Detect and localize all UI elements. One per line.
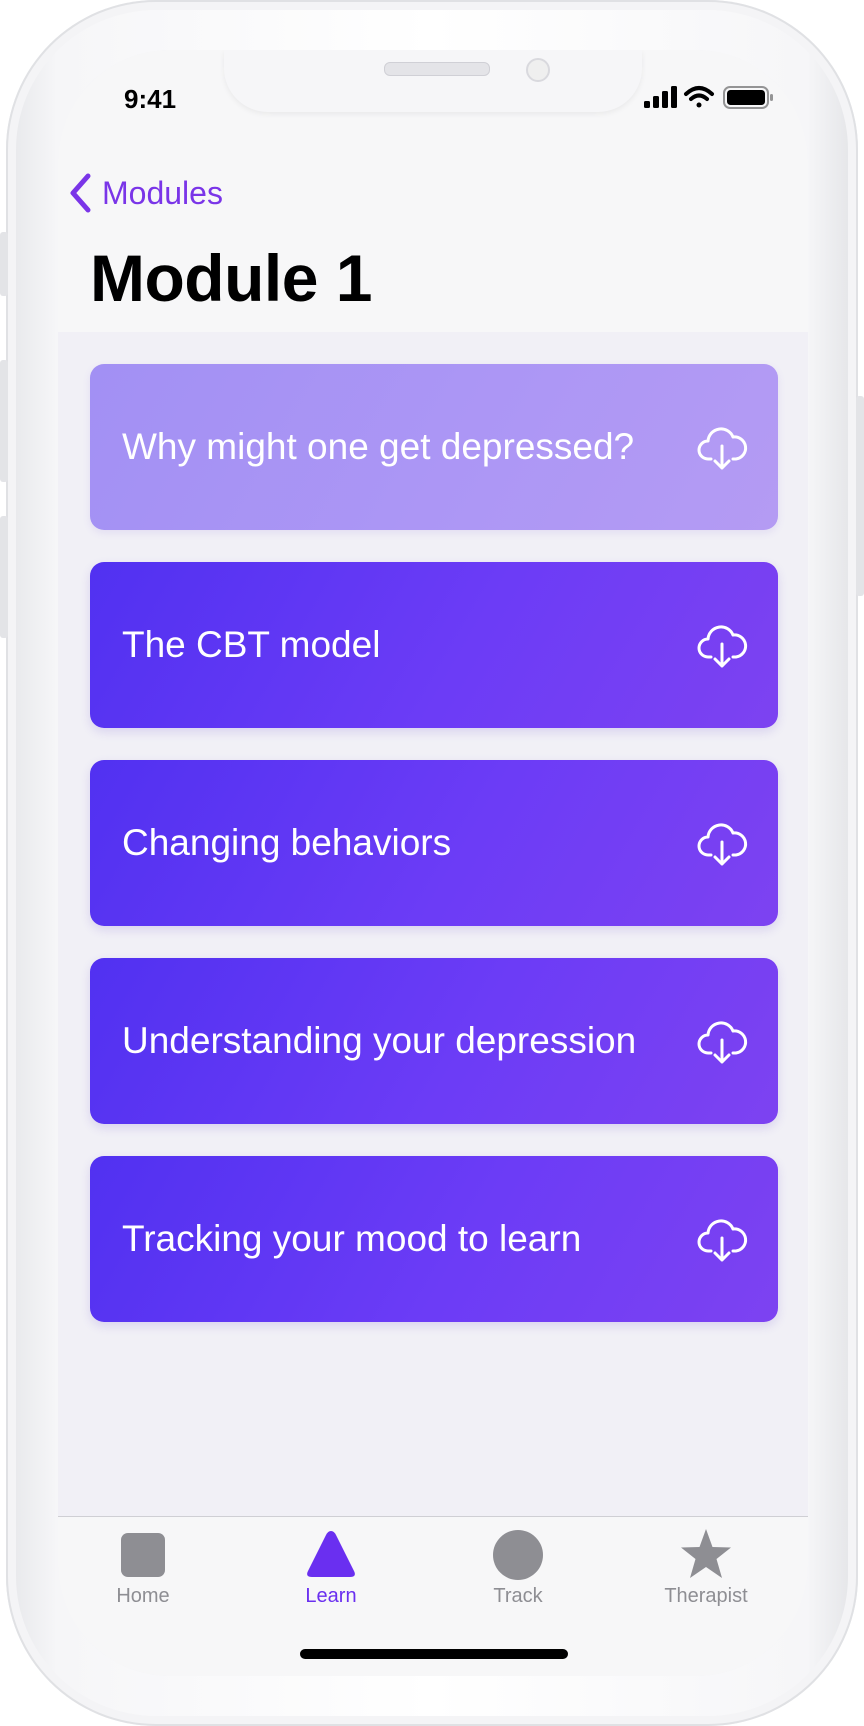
cloud-download-icon[interactable] — [696, 1213, 748, 1265]
lesson-card[interactable]: Understanding your depression — [90, 958, 778, 1124]
chevron-left-icon — [70, 173, 91, 213]
lesson-title: Changing behaviors — [122, 822, 452, 863]
tab-label: Home — [116, 1585, 170, 1607]
cloud-download-icon[interactable] — [696, 619, 748, 671]
lesson-card[interactable]: Why might one get depressed? — [90, 364, 778, 530]
tab-label: Track — [493, 1585, 543, 1607]
status-icons — [644, 86, 773, 109]
lesson-title: Understanding your depression — [122, 1020, 637, 1061]
tab-label: Therapist — [664, 1585, 748, 1607]
cloud-download-icon[interactable] — [696, 817, 748, 869]
lesson-title: Tracking your mood to learn — [122, 1218, 582, 1259]
home-indicator — [300, 1649, 568, 1659]
lesson-title: Why might one get depressed? — [122, 426, 635, 467]
lesson-title: The CBT model — [122, 624, 381, 665]
tab-bar: Home Learn Track Therapist — [58, 1516, 808, 1676]
navigation-header: 9:41 Modules Module 1 — [58, 50, 808, 332]
back-button-label: Modules — [102, 174, 223, 211]
lesson-card[interactable]: The CBT model — [90, 562, 778, 728]
notch — [224, 50, 642, 112]
tab-track[interactable]: Track — [448, 1527, 588, 1627]
front-camera — [526, 58, 550, 82]
side-button-power — [856, 396, 864, 596]
wifi-icon — [684, 86, 714, 108]
tab-home[interactable]: Home — [73, 1527, 213, 1627]
side-button-silent — [0, 232, 8, 296]
lesson-card[interactable]: Tracking your mood to learn — [90, 1156, 778, 1322]
speaker — [384, 62, 490, 76]
page-title: Module 1 — [90, 241, 373, 315]
cloud-download-icon[interactable] — [696, 1015, 748, 1067]
tab-label: Learn — [305, 1585, 357, 1607]
side-button-volume-up — [0, 360, 8, 482]
lesson-list: Why might one get depressed? The CBT mod… — [58, 332, 808, 1516]
star-icon — [681, 1529, 731, 1578]
triangle-icon — [307, 1531, 355, 1577]
circle-icon — [493, 1530, 543, 1580]
tab-learn[interactable]: Learn — [261, 1527, 401, 1627]
cellular-signal-icon — [644, 86, 677, 108]
back-button[interactable]: Modules — [68, 168, 223, 218]
tab-therapist[interactable]: Therapist — [636, 1527, 776, 1627]
screen: 9:41 Modules Module 1 Why might one get … — [58, 50, 808, 1676]
battery-icon — [723, 86, 773, 109]
cloud-download-icon[interactable] — [696, 421, 748, 473]
status-time: 9:41 — [124, 84, 177, 114]
lesson-card[interactable]: Changing behaviors — [90, 760, 778, 926]
side-button-volume-down — [0, 516, 8, 638]
square-icon — [121, 1533, 165, 1577]
